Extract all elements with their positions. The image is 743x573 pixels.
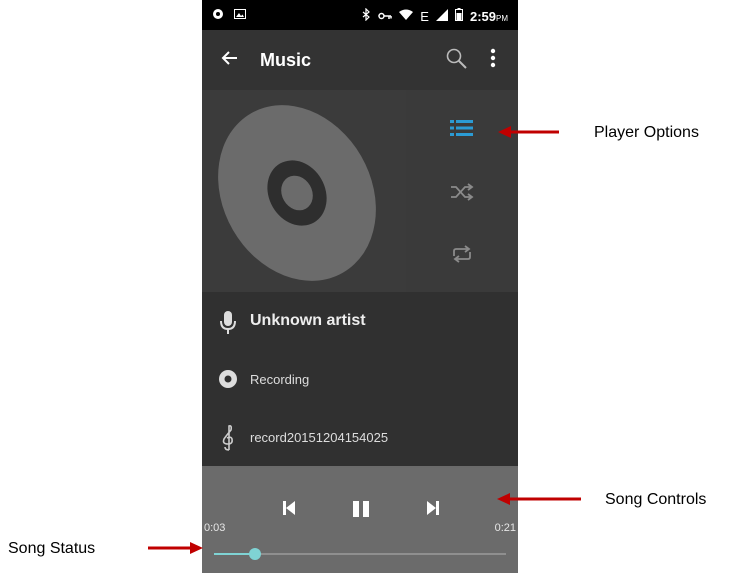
arrow-song-controls bbox=[497, 493, 581, 505]
repeat-icon[interactable] bbox=[450, 244, 474, 269]
disc-icon bbox=[218, 105, 376, 281]
artist-name: Unknown artist bbox=[250, 312, 366, 329]
label-song-controls: Song Controls bbox=[605, 491, 707, 508]
arrow-player-options bbox=[498, 126, 559, 138]
label-song-status: Song Status bbox=[8, 540, 96, 557]
app-bar: Music bbox=[202, 30, 518, 90]
album-icon bbox=[218, 369, 238, 394]
label-player-options: Player Options bbox=[594, 124, 699, 141]
microphone-icon bbox=[218, 310, 238, 341]
song-controls: 0:03 0:21 bbox=[202, 468, 518, 573]
image-icon bbox=[234, 8, 246, 23]
album-art bbox=[202, 90, 406, 292]
album-row: Recording bbox=[202, 352, 518, 408]
artist-row: Unknown artist bbox=[202, 296, 518, 352]
playlist-icon[interactable] bbox=[450, 118, 474, 143]
signal-icon bbox=[435, 8, 448, 24]
bluetooth-icon bbox=[362, 7, 371, 24]
track-name: record20151204154025 bbox=[250, 430, 389, 445]
page-title: Music bbox=[260, 50, 312, 70]
track-row: record20151204154025 bbox=[202, 410, 518, 466]
treble-clef-icon bbox=[218, 423, 238, 456]
network-type-label: E bbox=[420, 8, 429, 24]
current-time: 0:03 bbox=[204, 522, 226, 534]
seek-thumb[interactable] bbox=[248, 548, 261, 560]
phone-screen: E 2:59PM Music Unknown artist Recording … bbox=[202, 0, 518, 573]
player-options-panel bbox=[406, 90, 518, 292]
vpn-key-icon bbox=[378, 9, 393, 24]
pause-icon[interactable] bbox=[352, 500, 370, 523]
skip-previous-icon[interactable] bbox=[282, 500, 296, 521]
battery-icon bbox=[454, 8, 463, 24]
total-time: 0:21 bbox=[494, 522, 516, 534]
arrow-song-status bbox=[148, 542, 203, 554]
album-name: Recording bbox=[250, 372, 310, 387]
clock: 2:59PM bbox=[469, 8, 508, 24]
shuffle-icon[interactable] bbox=[450, 182, 474, 207]
arrow-back-icon[interactable] bbox=[220, 48, 240, 73]
more-vert-icon[interactable] bbox=[490, 48, 496, 73]
seek-bar[interactable] bbox=[214, 548, 506, 560]
search-icon[interactable] bbox=[446, 48, 468, 75]
skip-next-icon[interactable] bbox=[426, 500, 440, 521]
status-bar: E 2:59PM bbox=[202, 0, 518, 30]
notification-icon bbox=[212, 8, 224, 23]
wifi-icon bbox=[399, 9, 414, 24]
